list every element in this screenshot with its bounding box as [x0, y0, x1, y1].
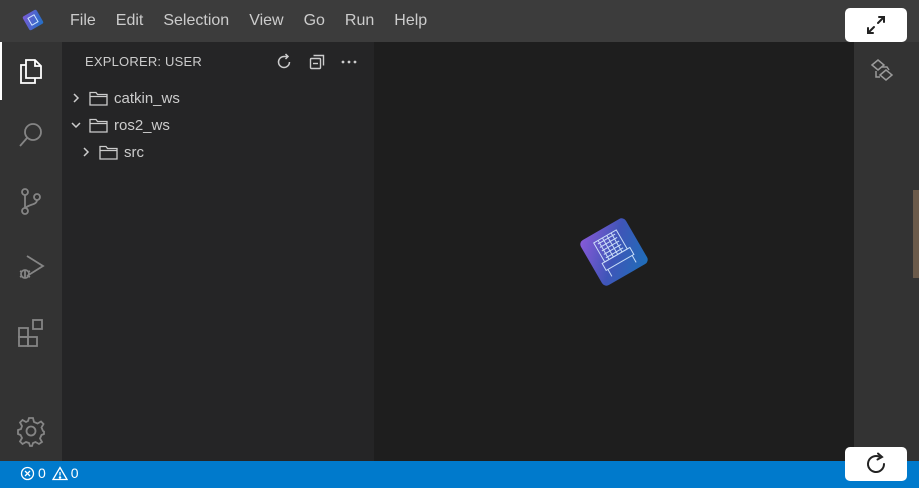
reload-button[interactable]	[845, 447, 907, 481]
title-bar: File Edit Selection View Go Run Help	[0, 0, 919, 42]
tree-item-src[interactable]: src	[62, 139, 390, 165]
editor-area	[374, 42, 854, 461]
menu-edit[interactable]: Edit	[106, 6, 154, 36]
collapse-all-button[interactable]	[306, 51, 328, 73]
folder-icon	[88, 117, 108, 133]
menu-file[interactable]: File	[60, 6, 106, 36]
refresh-button[interactable]	[273, 51, 295, 73]
menu-go[interactable]: Go	[294, 6, 335, 36]
chevron-down-icon	[68, 117, 84, 133]
tree-item-catkin-ws[interactable]: catkin_ws	[62, 85, 380, 111]
explorer-title: EXPLORER: USER	[85, 54, 202, 69]
status-problems[interactable]: 0 0	[20, 465, 85, 481]
activity-run-debug[interactable]	[0, 238, 62, 296]
explorer-header: EXPLORER: USER	[62, 42, 374, 82]
reload-icon	[867, 452, 885, 473]
search-icon	[19, 123, 42, 147]
folder-icon	[98, 144, 118, 160]
status-bar: 0 0	[0, 461, 919, 488]
menu-run[interactable]: Run	[335, 6, 384, 36]
run-debug-icon	[19, 255, 45, 279]
ros-nodes-button[interactable]	[868, 56, 896, 84]
right-panel	[854, 42, 919, 461]
tree-item-label: catkin_ws	[114, 89, 180, 107]
activity-bar	[0, 42, 62, 461]
error-count: 0	[38, 465, 46, 481]
menu-selection[interactable]: Selection	[153, 6, 239, 36]
activity-search[interactable]	[0, 106, 62, 164]
collapse-all-icon	[309, 54, 325, 70]
activity-explorer[interactable]	[0, 42, 62, 100]
folder-icon	[88, 90, 108, 106]
explorer-sidebar: EXPLORER: USER catkin_ws ros2_ws src	[62, 42, 374, 461]
error-icon	[20, 466, 35, 480]
activity-manage[interactable]	[0, 402, 62, 460]
menu-view[interactable]: View	[239, 6, 293, 36]
fullscreen-button[interactable]	[845, 8, 907, 42]
ros-nodes-icon	[870, 59, 894, 81]
edge-strip	[913, 190, 919, 278]
warning-icon	[51, 465, 68, 480]
activity-source-control[interactable]	[0, 172, 62, 230]
chevron-right-icon	[78, 144, 94, 160]
watermark-logo-icon	[574, 212, 654, 297]
refresh-icon	[277, 53, 291, 69]
app-logo-icon	[21, 8, 45, 32]
chevron-right-icon	[68, 90, 84, 106]
menu-help[interactable]: Help	[384, 6, 437, 36]
extensions-icon	[18, 319, 43, 347]
tree-item-label: ros2_ws	[114, 116, 170, 134]
source-control-icon	[21, 188, 41, 215]
tree-item-label: src	[124, 143, 144, 161]
tree-item-ros2-ws[interactable]: ros2_ws	[62, 112, 380, 138]
more-actions-button[interactable]	[338, 51, 360, 73]
more-icon	[341, 60, 357, 64]
activity-extensions[interactable]	[0, 304, 62, 362]
expand-icon	[867, 16, 885, 34]
warning-count: 0	[70, 465, 79, 481]
menu-bar: File Edit Selection View Go Run Help	[60, 0, 437, 42]
gear-icon	[17, 417, 45, 447]
files-icon	[20, 59, 42, 84]
